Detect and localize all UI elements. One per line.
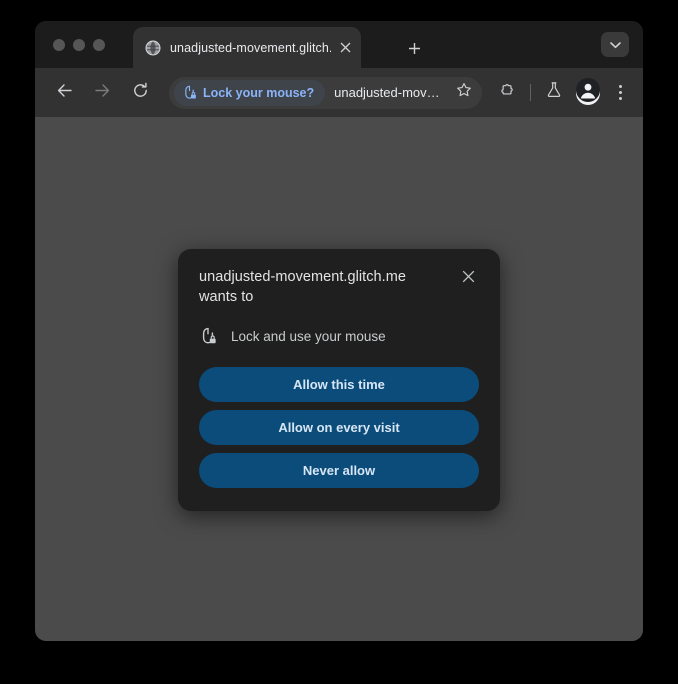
permission-dialog: unadjusted-movement.glitch.me wants to L… [178, 249, 500, 511]
browser-toolbar: Lock your mouse? unadjusted-mov… [35, 68, 643, 117]
extensions-button[interactable] [493, 79, 521, 107]
dialog-actions: Allow this time Allow on every visit Nev… [199, 367, 479, 488]
permission-chip-label: Lock your mouse? [203, 85, 315, 100]
reload-icon [132, 82, 149, 104]
url-text: unadjusted-mov… [334, 85, 440, 100]
window-minimize-button[interactable] [73, 38, 85, 51]
dialog-header: unadjusted-movement.glitch.me wants to [199, 267, 479, 307]
browser-tab[interactable]: unadjusted-movement.glitch. [133, 27, 361, 68]
browser-menu-button[interactable] [607, 79, 633, 107]
reload-button[interactable] [125, 78, 155, 108]
close-icon [462, 270, 475, 288]
page-viewport: unadjusted-movement.glitch.me wants to L… [35, 117, 643, 641]
experiments-button[interactable] [540, 79, 568, 107]
window-close-button[interactable] [53, 38, 65, 51]
forward-button[interactable] [87, 78, 117, 108]
globe-icon [145, 40, 161, 56]
back-arrow-icon [56, 82, 73, 104]
chevron-down-icon [609, 36, 621, 54]
window-zoom-button[interactable] [93, 38, 105, 51]
close-icon[interactable] [335, 38, 355, 58]
tab-search-button[interactable] [601, 32, 629, 57]
three-dot-menu-icon [618, 85, 622, 100]
bookmark-button[interactable] [452, 81, 476, 105]
tab-strip: unadjusted-movement.glitch. [35, 21, 643, 68]
avatar-icon [576, 78, 600, 107]
profile-button[interactable] [576, 78, 600, 107]
allow-every-visit-button[interactable]: Allow on every visit [199, 410, 479, 445]
never-allow-button[interactable]: Never allow [199, 453, 479, 488]
star-icon [456, 82, 472, 103]
permission-label: Lock and use your mouse [231, 328, 386, 344]
allow-this-time-button[interactable]: Allow this time [199, 367, 479, 402]
mouse-lock-icon [182, 85, 197, 100]
dialog-close-button[interactable] [457, 268, 479, 290]
address-bar[interactable]: Lock your mouse? unadjusted-mov… [169, 76, 482, 109]
screen: unadjusted-movement.glitch. Lock your mo… [0, 0, 678, 684]
puzzle-piece-icon [499, 82, 516, 104]
back-button[interactable] [49, 78, 79, 108]
permission-chip[interactable]: Lock your mouse? [174, 79, 326, 106]
forward-arrow-icon [94, 82, 111, 104]
permission-row: Lock and use your mouse [199, 327, 479, 345]
dialog-title: unadjusted-movement.glitch.me wants to [199, 269, 406, 305]
browser-window: unadjusted-movement.glitch. Lock your mo… [35, 21, 643, 641]
new-tab-button[interactable] [401, 35, 427, 61]
window-controls [53, 21, 105, 68]
mouse-lock-icon [199, 327, 217, 345]
flask-icon [545, 81, 563, 104]
tab-title: unadjusted-movement.glitch. [170, 40, 331, 55]
toolbar-divider [530, 84, 531, 101]
